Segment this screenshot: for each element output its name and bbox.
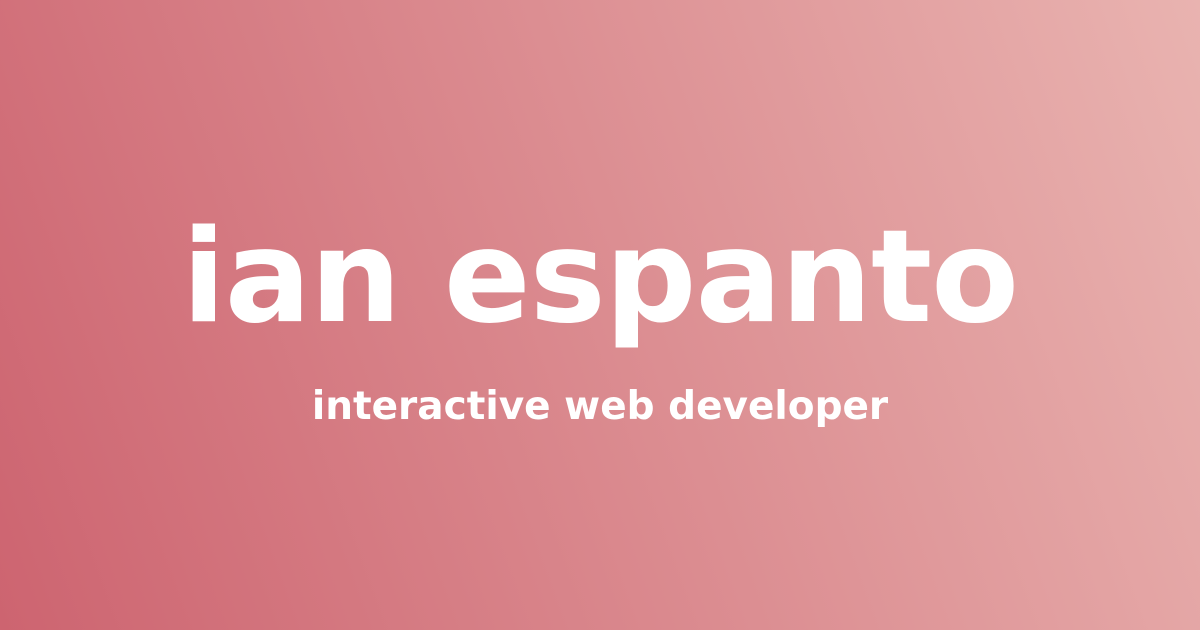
page-title: ian espanto [181, 203, 1019, 352]
social-card: ian espanto interactive web developer [0, 0, 1200, 630]
tagline: interactive web developer [311, 384, 889, 429]
